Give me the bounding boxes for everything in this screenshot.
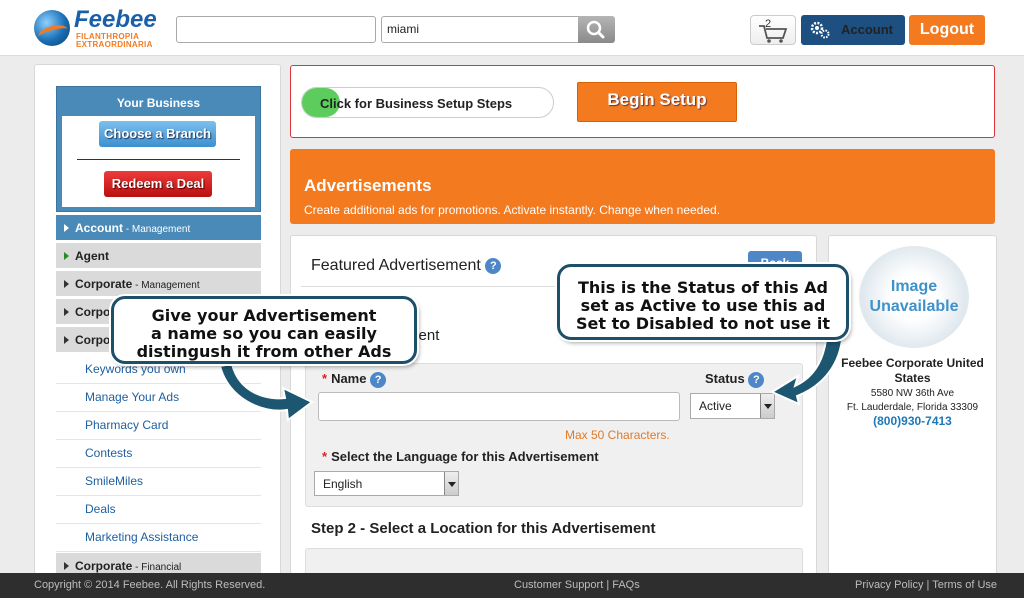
corporate-address: 5580 NW 36th Ave Ft. Lauderdale, Florida …: [829, 387, 996, 415]
status-select[interactable]: Active: [690, 393, 775, 419]
setup-steps-toggle[interactable]: Click for Business Setup Steps: [301, 87, 554, 118]
chevron-down-icon: [444, 472, 458, 495]
help-icon[interactable]: ?: [485, 257, 502, 274]
nav-label: Agent: [75, 249, 109, 263]
address-line-1: 5580 NW 36th Ave: [870, 388, 955, 399]
your-business-box: Your Business Choose a Branch Redeem a D…: [56, 86, 261, 212]
chevron-down-icon: [760, 394, 774, 418]
corporate-phone[interactable]: (800)930-7413: [829, 414, 996, 428]
help-icon[interactable]: ?: [370, 371, 387, 388]
choose-branch-button[interactable]: Choose a Branch: [99, 121, 216, 147]
business-title: Your Business: [116, 96, 201, 110]
top-header: Feebee FILANTHROPIA EXTRAORDINARIA miami…: [0, 0, 1024, 56]
logo-tagline: FILANTHROPIA EXTRAORDINARIA: [76, 32, 153, 49]
logout-button[interactable]: Logout: [909, 15, 985, 45]
featured-title: Featured Advertisement ?: [311, 257, 502, 275]
cart-icon: [759, 25, 788, 43]
nav-account-management[interactable]: Account - Management: [56, 215, 261, 241]
placeholder-line-2: Unavailable: [869, 298, 959, 315]
nav-label: Account: [75, 221, 123, 235]
nav-label: Corporate: [75, 559, 133, 573]
feebee-logo[interactable]: Feebee FILANTHROPIA EXTRAORDINARIA: [34, 6, 164, 49]
name-label: * Name ?: [322, 371, 387, 388]
redeem-deal-button[interactable]: Redeem a Deal: [104, 171, 212, 197]
arrow-right-icon: [64, 562, 69, 570]
search-keyword-input[interactable]: [176, 16, 376, 43]
ad-name-input[interactable]: [318, 392, 680, 421]
corporate-name: Feebee Corporate United States: [841, 356, 984, 385]
language-label: * Select the Language for this Advertisem…: [322, 449, 599, 464]
step2-heading: Step 2 - Select a Location for this Adve…: [311, 520, 656, 537]
nav-label: Corpor: [75, 333, 115, 347]
globe-icon: [34, 10, 70, 46]
corporate-info-card: Image Unavailable Feebee Corporate United…: [828, 235, 997, 580]
language-select[interactable]: English: [314, 471, 459, 496]
nav-agent[interactable]: Agent: [56, 243, 261, 269]
search-button[interactable]: [578, 16, 615, 43]
account-button[interactable]: Account: [801, 15, 905, 45]
legal-links[interactable]: Privacy Policy | Terms of Use: [855, 579, 997, 591]
begin-setup-button[interactable]: Begin Setup: [577, 82, 737, 122]
copyright: Copyright © 2014 Feebee. All Rights Rese…: [34, 579, 266, 591]
status-tip-line-1: This is the Status of this Ad: [578, 278, 828, 297]
toggle-label: Click for Business Setup Steps: [320, 96, 513, 111]
business-actions: Choose a Branch Redeem a Deal: [62, 116, 255, 207]
status-value: Active: [699, 399, 732, 413]
arrow-right-icon: [64, 336, 69, 344]
gears-icon: [810, 21, 830, 39]
placeholder-line-1: Image: [890, 278, 938, 295]
nav-label: Corporate: [75, 277, 133, 291]
setup-box: Click for Business Setup Steps Begin Set…: [290, 65, 995, 138]
language-label-text: Select the Language for this Advertiseme…: [331, 449, 599, 464]
address-line-2: Ft. Lauderdale, Florida 33309: [846, 402, 979, 413]
nav-label: Corpor: [75, 305, 115, 319]
divider: [77, 159, 240, 160]
search-location-input[interactable]: miami: [381, 16, 579, 43]
arrow-right-icon: [64, 280, 69, 288]
featured-title-text: Featured Advertisement: [311, 257, 481, 274]
nav-sub: - Management: [123, 224, 191, 235]
search-icon: [586, 20, 605, 39]
name-tip-callout: Give your Advertisement a name so you ca…: [111, 296, 417, 364]
nav-sub: - Management: [132, 280, 200, 291]
arrow-right-icon: [64, 224, 69, 232]
name-tip-line-3: distingush it from other Ads: [136, 342, 392, 361]
page-title: Advertisements: [304, 176, 432, 195]
support-links[interactable]: Customer Support | FAQs: [514, 579, 640, 591]
max-characters-hint: Max 50 Characters.: [565, 428, 670, 442]
nav-sub: - Financial: [132, 562, 182, 573]
logo-name: Feebee: [74, 6, 157, 33]
footer: Copyright © 2014 Feebee. All Rights Rese…: [0, 573, 1024, 598]
status-label: Status ?: [705, 371, 765, 388]
language-value: English: [323, 477, 363, 491]
account-label: Account: [841, 22, 893, 37]
cart-button[interactable]: 2: [750, 15, 796, 45]
image-unavailable-placeholder: Image Unavailable: [859, 246, 969, 348]
name-status-panel: * Name ? Status ? Active Max 50 Character…: [305, 363, 803, 507]
status-tip-line-3: Set to Disabled to not use it: [576, 314, 830, 333]
name-tip-line-2: a name so you can easily: [151, 324, 377, 343]
sub-deals[interactable]: Deals: [56, 496, 261, 524]
nav-corporate-management[interactable]: Corporate - Management: [56, 271, 261, 297]
sub-manage-ads[interactable]: Manage Your Ads: [56, 384, 261, 412]
sub-contests[interactable]: Contests: [56, 440, 261, 468]
name-tip-line-1: Give your Advertisement: [151, 306, 377, 325]
sub-marketing-assistance[interactable]: Marketing Assistance: [56, 524, 261, 552]
page-subtitle: Create additional ads for promotions. Ac…: [304, 203, 721, 217]
sub-pharmacy-card[interactable]: Pharmacy Card: [56, 412, 261, 440]
name-label-text: Name: [331, 371, 367, 386]
sub-smilemiles[interactable]: SmileMiles: [56, 468, 261, 496]
status-label-text: Status: [705, 371, 745, 386]
advertisements-banner: Advertisements Create additional ads for…: [290, 149, 995, 224]
arrow-right-icon: [64, 252, 69, 260]
status-tip-callout: This is the Status of this Ad set as Act…: [557, 264, 849, 340]
status-tip-line-2: set as Active to use this ad: [580, 296, 826, 315]
arrow-right-icon: [64, 308, 69, 316]
help-icon[interactable]: ?: [748, 371, 765, 388]
